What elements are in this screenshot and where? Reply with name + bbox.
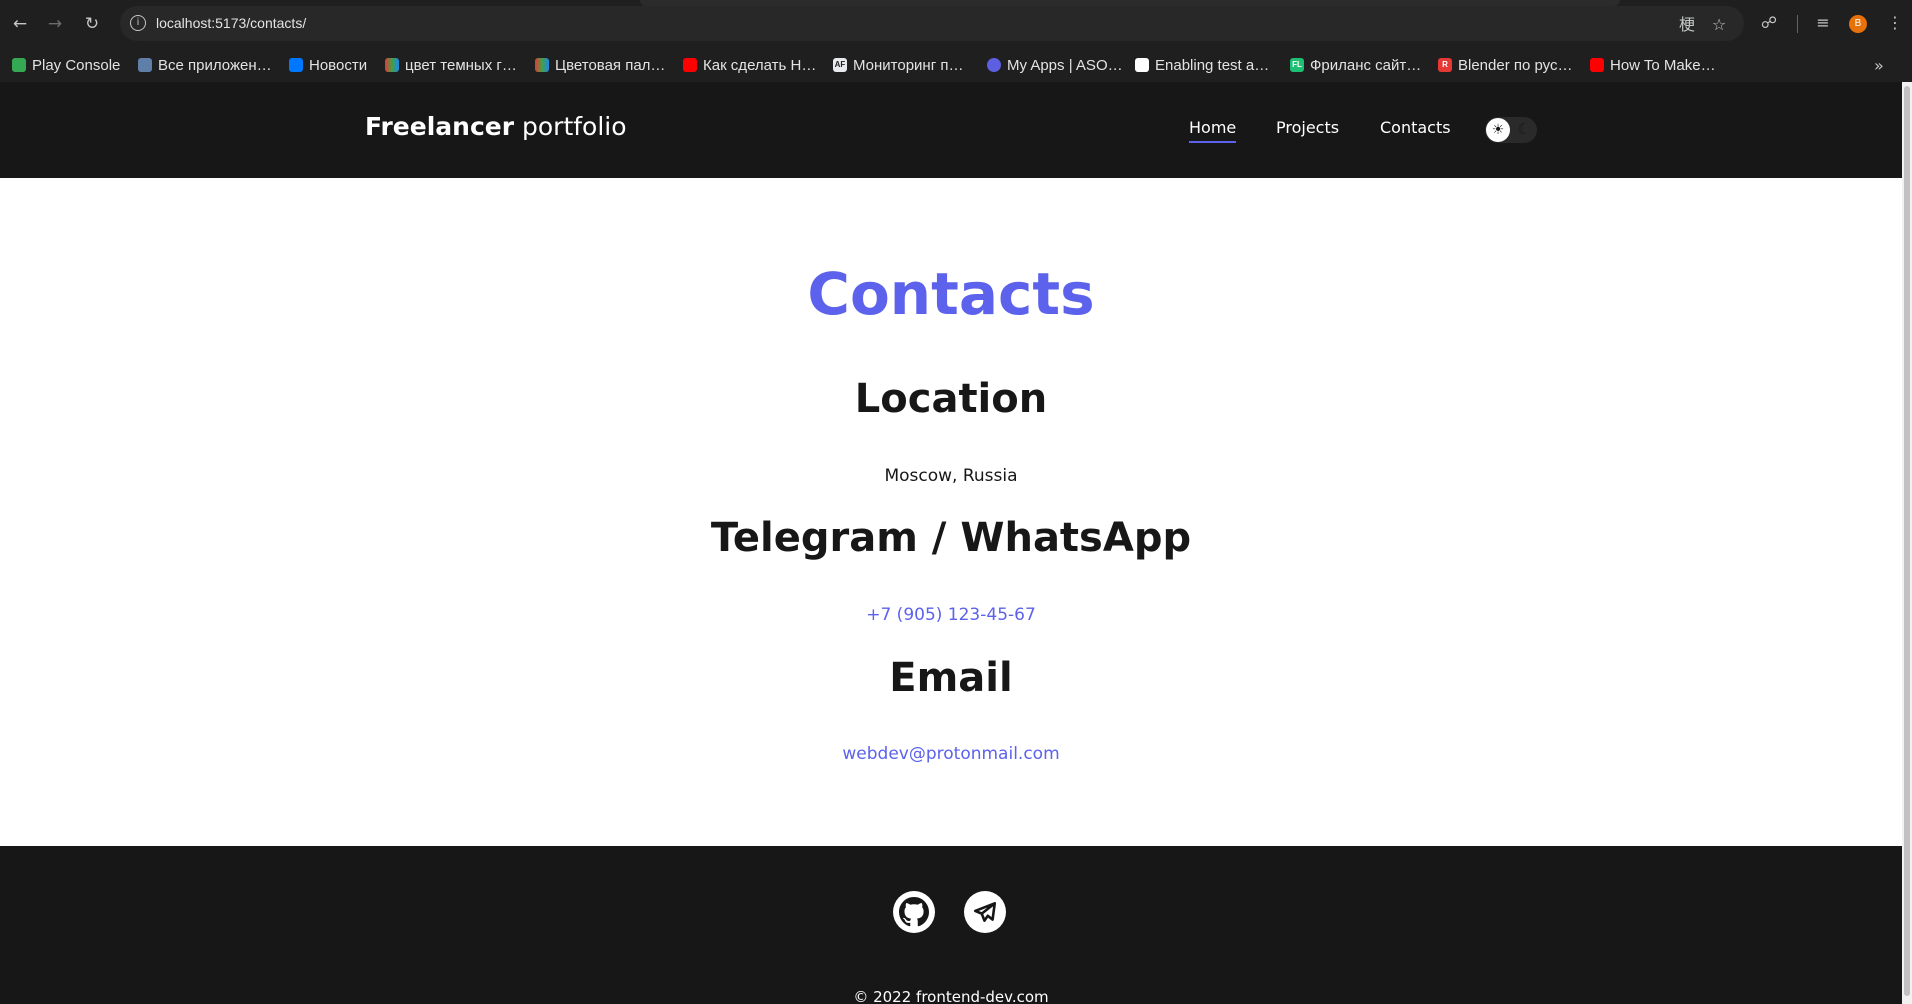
bookmark-label: My Apps | ASO… xyxy=(1007,56,1123,74)
bookmark-favicon-icon xyxy=(12,58,26,72)
email-link[interactable]: webdev@protonmail.com xyxy=(0,744,1902,764)
bookmark-label: Новости xyxy=(309,56,368,74)
nav-contacts[interactable]: Contacts xyxy=(1380,118,1451,137)
site-footer: © 2022 frontend-dev.com xyxy=(0,846,1902,1004)
theme-toggle[interactable]: ☀ ☾ xyxy=(1485,117,1537,143)
bookmark-item[interactable]: R Blender по рус… xyxy=(1438,54,1573,76)
browser-menu-icon[interactable]: ⋮ xyxy=(1884,12,1906,34)
location-value: Moscow, Russia xyxy=(884,466,1018,486)
nav-home[interactable]: Home xyxy=(1189,118,1237,143)
bookmark-item[interactable]: AF Мониторинг п… xyxy=(833,54,963,76)
github-icon[interactable] xyxy=(893,891,935,933)
youtube-favicon-icon xyxy=(1590,58,1604,72)
telegram-glyph xyxy=(973,902,997,922)
logo-text: portfolio xyxy=(522,112,627,141)
bookmark-star-icon[interactable]: ☆ xyxy=(1710,16,1728,34)
bookmarks-bar: Play Console Все приложен… Новости цвет … xyxy=(0,48,1912,82)
nav-projects[interactable]: Projects xyxy=(1276,118,1339,137)
bookmark-favicon-icon: AF xyxy=(833,58,847,72)
bookmark-favicon-icon xyxy=(385,58,399,72)
bookmark-item[interactable]: Play Console xyxy=(12,54,120,76)
bookmark-favicon-icon xyxy=(535,58,549,72)
bookmark-item[interactable]: FL Фриланс сайт… xyxy=(1290,54,1421,76)
toolbar-divider xyxy=(1797,15,1798,33)
bookmark-label: Enabling test a… xyxy=(1155,56,1270,74)
back-icon[interactable]: ← xyxy=(8,12,32,36)
bookmark-item[interactable]: Все приложен… xyxy=(138,54,272,76)
bookmark-label: Как сделать Н… xyxy=(703,56,817,74)
bookmark-item[interactable]: Цветовая пал… xyxy=(535,54,665,76)
bookmark-label: Play Console xyxy=(32,56,121,74)
bookmark-item[interactable]: Новости xyxy=(289,54,367,76)
site-header: Freelancer portfolio Home Projects Conta… xyxy=(0,82,1902,178)
bookmark-item[interactable]: My Apps | ASO… xyxy=(987,54,1123,76)
bookmark-item[interactable]: Как сделать Н… xyxy=(683,54,816,76)
reload-icon[interactable]: ↻ xyxy=(80,12,104,36)
page-scrollbar[interactable] xyxy=(1902,82,1912,1004)
bookmark-favicon-icon: FL xyxy=(1290,58,1304,72)
extensions-icon[interactable]: ☍ xyxy=(1758,12,1780,34)
browser-toolbar: ← → ↻ i localhost:5173/contacts/ 梗 ☆ ☍ ≡… xyxy=(0,0,1912,48)
translate-icon[interactable]: 梗 xyxy=(1678,16,1696,34)
moon-icon: ☾ xyxy=(1517,120,1531,138)
page-title: Contacts xyxy=(807,260,1095,328)
bookmark-label: Мониторинг п… xyxy=(853,56,964,74)
bookmark-label: Цветовая пал… xyxy=(555,56,666,74)
profile-avatar[interactable]: B xyxy=(1849,15,1867,33)
address-bar[interactable]: i localhost:5173/contacts/ 梗 ☆ xyxy=(120,6,1744,41)
bookmark-label: How To Make… xyxy=(1610,56,1716,74)
bookmark-label: Фриланс сайт… xyxy=(1310,56,1422,74)
bookmark-item[interactable]: Enabling test a… xyxy=(1135,54,1269,76)
bookmark-favicon-icon xyxy=(1135,58,1149,72)
bookmark-favicon-icon xyxy=(987,58,1001,72)
url-text[interactable]: localhost:5173/contacts/ xyxy=(156,15,306,31)
bookmark-item[interactable]: цвет темных г… xyxy=(385,54,517,76)
bookmark-favicon-icon xyxy=(289,58,303,72)
bookmark-item[interactable]: How To Make… xyxy=(1590,54,1716,76)
bookmarks-overflow-icon[interactable]: » xyxy=(1874,56,1884,75)
github-glyph xyxy=(899,897,929,927)
bookmark-label: Blender по рус… xyxy=(1458,56,1573,74)
bookmark-favicon-icon xyxy=(138,58,152,72)
bookmark-label: цвет темных г… xyxy=(405,56,517,74)
phone-link[interactable]: +7 (905) 123-45-67 xyxy=(0,605,1902,625)
sun-icon: ☀ xyxy=(1486,118,1510,142)
bookmark-favicon-icon: R xyxy=(1438,58,1452,72)
page-viewport: Freelancer portfolio Home Projects Conta… xyxy=(0,82,1902,1004)
bookmark-label: Все приложен… xyxy=(158,56,272,74)
messenger-heading: Telegram / WhatsApp xyxy=(710,515,1192,561)
scrollbar-thumb[interactable] xyxy=(1904,86,1910,996)
telegram-icon[interactable] xyxy=(964,891,1006,933)
youtube-favicon-icon xyxy=(683,58,697,72)
reading-list-icon[interactable]: ≡ xyxy=(1812,12,1834,34)
logo-bold-text: Freelancer xyxy=(365,112,515,141)
location-heading: Location xyxy=(854,376,1048,422)
site-info-icon[interactable]: i xyxy=(130,15,146,31)
copyright-text: © 2022 frontend-dev.com xyxy=(853,988,1049,1004)
contacts-section: Contacts Location Moscow, Russia Telegra… xyxy=(0,178,1902,846)
site-logo[interactable]: Freelancer portfolio xyxy=(365,112,627,141)
email-heading: Email xyxy=(889,655,1013,701)
forward-icon[interactable]: → xyxy=(43,12,67,36)
